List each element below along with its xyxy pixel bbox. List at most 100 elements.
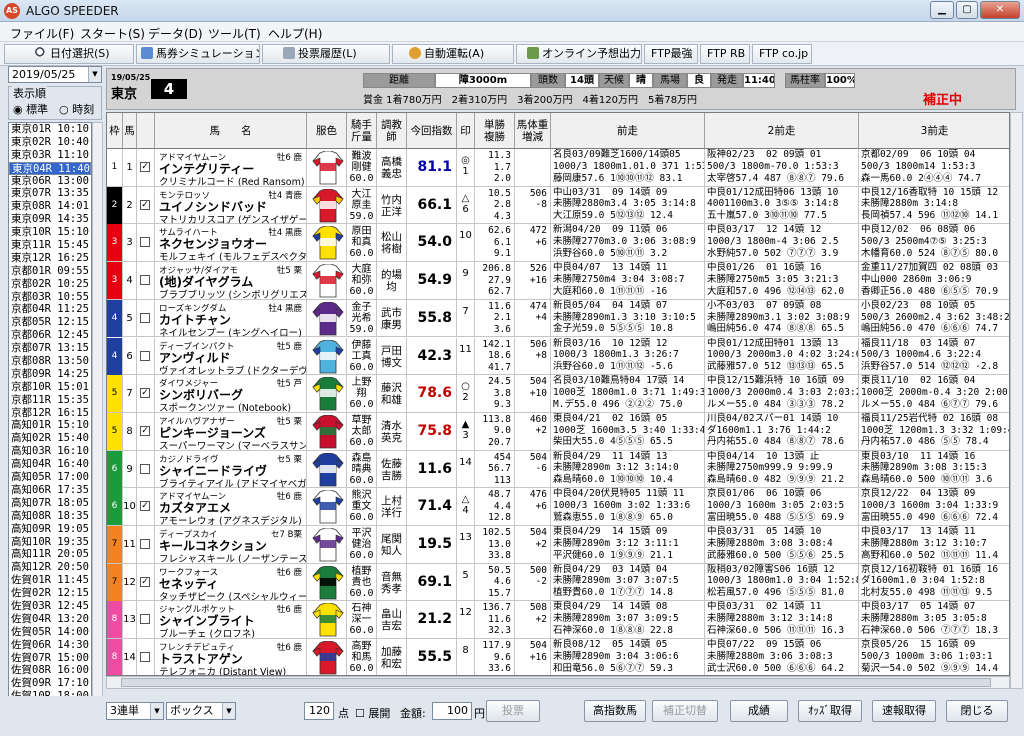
race-list-item[interactable]: 佐賀09R 17:10 (9, 677, 91, 690)
horse-info[interactable]: カジノドライヴ セ5 栗シャイニードライヴ ブライティアイル (アドマイヤベガ) (155, 450, 307, 488)
race-list-item[interactable]: 京都04R 11:25 (9, 303, 91, 316)
horse-checkbox[interactable] (140, 614, 150, 625)
race-list-item[interactable]: 佐賀02R 12:15 (9, 587, 91, 600)
select-cell[interactable] (137, 450, 155, 488)
chevron-down-icon[interactable]: ▼ (88, 67, 101, 82)
horse-checkbox[interactable]: ✓ (140, 162, 150, 172)
vote-button[interactable]: 投票 (486, 700, 540, 722)
menu-help[interactable]: ヘルプ(H) (268, 25, 322, 42)
race-list-item[interactable]: 佐賀01R 11:45 (9, 574, 91, 587)
select-cell[interactable] (137, 639, 155, 675)
menu-file[interactable]: ファイル(F) (10, 25, 74, 42)
date-select-button[interactable]: 日付選択(S) (4, 44, 134, 64)
select-cell[interactable]: ✓ (137, 412, 155, 450)
high-index-button[interactable]: 高指数馬 (584, 700, 646, 722)
bet-mode-select[interactable]: ボックス ▼ (166, 702, 236, 720)
horizontal-scrollbar[interactable] (106, 676, 1010, 689)
mark-cell[interactable]: 12 (457, 601, 475, 639)
race-list-item[interactable]: 東京08R 14:01 (9, 200, 91, 213)
race-list-item[interactable]: 佐賀07R 15:00 (9, 652, 91, 665)
scroll-thumb[interactable] (121, 678, 991, 687)
race-list-item[interactable]: 東京09R 14:35 (9, 213, 91, 226)
horse-info[interactable]: アイルハヴアナザー牡5 栗ピンキージョーンズスーパーワーマン (マーベラスサンデ… (155, 412, 307, 450)
race-list-item[interactable]: 佐賀06R 14:30 (9, 639, 91, 652)
race-list-item[interactable]: 高知12R 20:50 (9, 561, 91, 574)
race-list-item[interactable]: 高知07R 18:05 (9, 497, 91, 510)
mark-cell[interactable]: 11 (457, 337, 475, 375)
chevron-down-icon[interactable]: ▼ (222, 703, 235, 719)
select-cell[interactable]: ✓ (137, 375, 155, 413)
maximize-button[interactable]: ▢ (956, 1, 978, 19)
mark-cell[interactable]: ◎ 1 (457, 149, 475, 186)
race-list-item[interactable]: 京都05R 12:15 (9, 316, 91, 329)
horse-checkbox[interactable] (140, 312, 150, 323)
order-standard-radio[interactable]: ◉ 標準 (13, 101, 48, 117)
select-cell[interactable]: ✓ (137, 488, 155, 526)
bet-type-select[interactable]: 3連単 ▼ (106, 702, 164, 720)
race-list-item[interactable]: 高知01R 15:10 (9, 419, 91, 432)
race-list-item[interactable]: 東京11R 15:45 (9, 239, 91, 252)
horse-info[interactable]: サムライハート 牡4 黒鹿 ネクセンジョウオー モルフェキイ (モルフェデスペクタ) (155, 224, 307, 262)
race-list-item[interactable]: 京都07R 13:15 (9, 342, 91, 355)
race-list-item[interactable]: 高知10R 19:35 (9, 536, 91, 549)
news-fetch-button[interactable]: 速報取得 (872, 700, 936, 722)
horse-info[interactable]: オジャッサ/ダイアモ 牡5 栗 (地)ダイヤグラム ブラブブリッツ (シンボリグリエス… (155, 262, 307, 300)
race-list-item[interactable]: 京都09R 14:25 (9, 368, 91, 381)
horse-checkbox[interactable] (140, 463, 150, 474)
results-button[interactable]: 成績 (730, 700, 788, 722)
horse-checkbox[interactable] (140, 652, 150, 663)
chevron-down-icon[interactable]: ▼ (150, 703, 163, 719)
race-list-item[interactable]: 東京07R 13:35 (9, 187, 91, 200)
horse-info[interactable]: モンテロッソ 牡4 青鹿 ユイノシンドバッド マトリカリスコア (ゲンスイザゲーグ) (155, 186, 307, 224)
select-cell[interactable] (137, 262, 155, 300)
mark-cell[interactable]: 13 (457, 526, 475, 563)
mark-cell[interactable]: △ 4 (457, 488, 475, 526)
race-list-scrollbar[interactable] (92, 122, 103, 730)
mark-cell[interactable]: 10 (457, 224, 475, 262)
race-list-item[interactable]: 高知05R 17:00 (9, 471, 91, 484)
horse-checkbox[interactable] (140, 237, 150, 248)
expand-checkbox[interactable]: ☐ 展開 (355, 705, 390, 721)
mark-cell[interactable]: 7 (457, 299, 475, 337)
close-window-button[interactable]: ✕ (980, 1, 1020, 19)
select-cell[interactable] (137, 337, 155, 375)
horse-info[interactable]: アドマイヤムーン 牡6 鹿カズタアエメ アモーレウォ (アグネスデジタル) (155, 488, 307, 526)
race-list-item[interactable]: 東京12R 16:25 (9, 252, 91, 265)
select-cell[interactable] (137, 601, 155, 639)
race-list-item[interactable]: 京都11R 15:35 (9, 394, 91, 407)
date-combo[interactable]: 2019/05/25 ▼ (8, 66, 102, 83)
select-cell[interactable]: ✓ (137, 563, 155, 601)
race-list-item[interactable]: 京都08R 13:50 (9, 355, 91, 368)
vote-history-button[interactable]: 投票履歴(L) (262, 44, 390, 64)
race-list-item[interactable]: 佐賀05R 14:00 (9, 626, 91, 639)
mark-cell[interactable]: 9 (457, 262, 475, 300)
amount-field[interactable]: 100 (432, 702, 472, 720)
race-list[interactable]: 東京01R 10:10 東京02R 10:40 東京03R 11:10 東京04R 1… (8, 122, 92, 730)
race-list-item[interactable]: 佐賀08R 16:00 (9, 664, 91, 677)
odds-fetch-button[interactable]: ｵｯｽﾞ取得 (798, 700, 862, 722)
mark-cell[interactable]: 14 (457, 450, 475, 488)
close-button[interactable]: 閉じる (946, 700, 1008, 722)
race-list-item[interactable]: 高知08R 18:35 (9, 510, 91, 523)
race-list-item[interactable]: 佐賀04R 13:20 (9, 613, 91, 626)
race-list-item[interactable]: 東京01R 10:10 (9, 123, 91, 136)
select-cell[interactable]: ✓ (137, 149, 155, 186)
horse-info[interactable]: フレンチデピュティ 牡6 鹿トラストアゲン テレフォニカ (Distant View… (155, 639, 307, 675)
select-cell[interactable] (137, 526, 155, 563)
select-cell[interactable] (137, 224, 155, 262)
auto-run-button[interactable]: 自動運転(A) (392, 44, 514, 64)
race-list-item[interactable]: 京都12R 16:15 (9, 407, 91, 420)
ftp-cojp-button[interactable]: FTP co.jp (752, 44, 812, 64)
ftp-rb-button[interactable]: FTP RB (700, 44, 750, 64)
race-list-item[interactable]: 京都01R 09:55 (9, 265, 91, 278)
mark-cell[interactable]: 8 (457, 639, 475, 675)
horse-info[interactable]: ジャングルポケット 牡6 鹿シャインブライト ブルーチェ (クロフネ) (155, 601, 307, 639)
race-list-item[interactable]: 京都02R 10:25 (9, 278, 91, 291)
menu-data[interactable]: データ(D) (148, 25, 203, 42)
horse-info[interactable]: ローズキングダム 牡4 黒鹿 カイトチャン ネイルセンプー (キングヘイロー) (155, 299, 307, 337)
horse-info[interactable]: ダイワメジャー 牡5 芦シンボリバーグ スポークンツァー (Notebook) (155, 375, 307, 413)
horse-info[interactable]: アドマイヤムーン 牡6 鹿インテグリティー クリミナルコード (Red Ransom… (155, 149, 307, 186)
race-list-item[interactable]: 高知04R 16:40 (9, 458, 91, 471)
race-list-item[interactable]: 東京04R 11:40 (9, 161, 91, 175)
mark-cell[interactable]: 5 (457, 563, 475, 601)
